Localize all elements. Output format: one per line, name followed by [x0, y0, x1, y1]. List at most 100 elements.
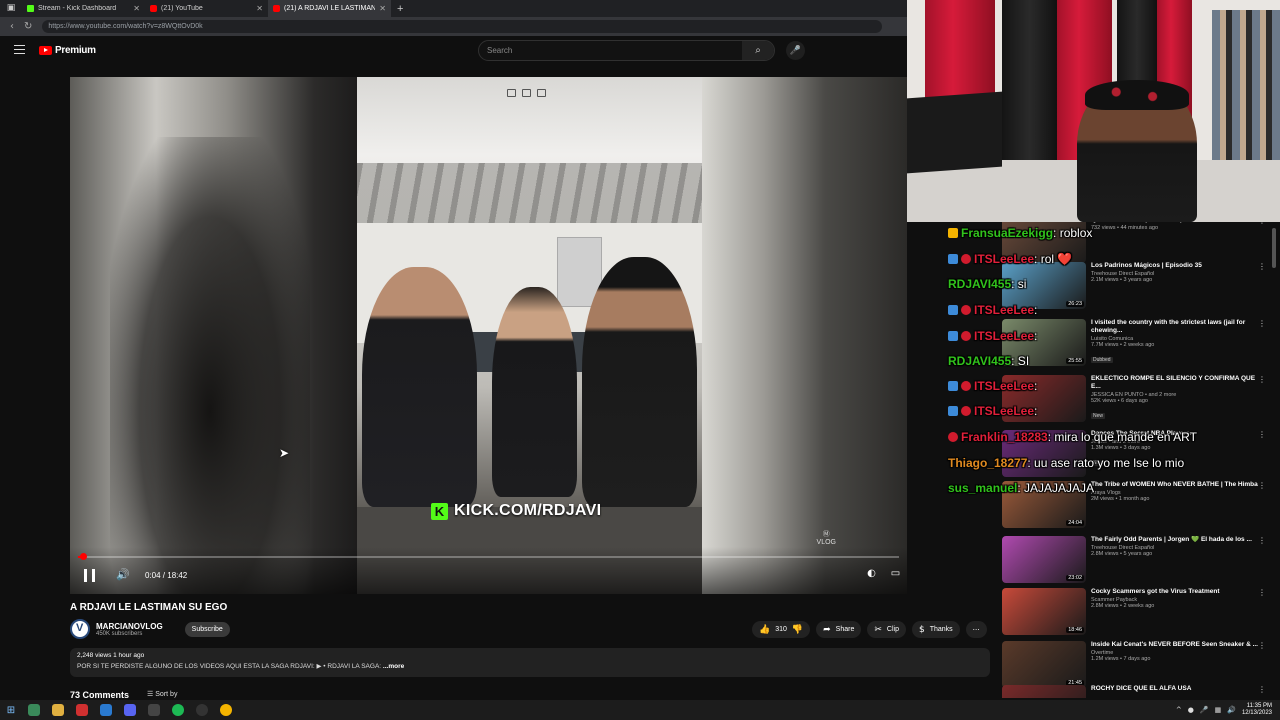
blurred-background-left: [70, 77, 357, 594]
chat-username[interactable]: Thiago_18277: [948, 456, 1027, 470]
overlay-icon[interactable]: [507, 89, 516, 97]
search-icon[interactable]: ⌕: [742, 41, 774, 60]
channel-name[interactable]: MARCIANOVLOG: [96, 622, 163, 631]
overlay-icon[interactable]: [522, 89, 531, 97]
edge-icon[interactable]: [100, 704, 112, 716]
chat-username[interactable]: ITSLeeLee: [974, 404, 1034, 418]
folder-icon[interactable]: [52, 704, 64, 716]
chat-username[interactable]: FransuaEzekigg: [961, 226, 1053, 240]
volume-icon[interactable]: 🔊: [116, 568, 130, 581]
video-player[interactable]: K KICK.COM/RDJAVI Ⓜ VLOG ➤ 🔊 0:04 / 18:4…: [70, 77, 907, 594]
app-icon[interactable]: [148, 704, 160, 716]
more-options-icon[interactable]: ⋮: [1258, 641, 1266, 650]
more-options-icon[interactable]: ⋮: [1258, 430, 1266, 439]
subscribe-button[interactable]: Subscribe: [184, 621, 230, 637]
video-thumbnail[interactable]: [1002, 685, 1086, 698]
reload-icon[interactable]: ↻: [24, 21, 32, 32]
video-title[interactable]: QUIT On GTA RP (TROLLING): [1091, 222, 1261, 224]
show-more-link[interactable]: ...more: [383, 663, 404, 670]
new-tab-button[interactable]: +: [391, 3, 403, 15]
recommended-video[interactable]: 23:02 The Fairly Odd Parents | Jorgen 💚 E…: [1002, 536, 1272, 586]
microphone-icon[interactable]: 🎤: [786, 41, 805, 60]
channel-avatar[interactable]: [70, 619, 90, 639]
share-button[interactable]: ➦ Share: [816, 621, 862, 638]
back-icon[interactable]: ‹: [10, 21, 14, 32]
microphone-icon[interactable]: 🎤: [1200, 706, 1209, 714]
sort-by-button[interactable]: ☰ Sort by: [147, 690, 177, 700]
clock[interactable]: 11:35 PM 12/13/2023: [1242, 703, 1272, 717]
video-title[interactable]: ROCHY DICE QUE EL ALFA USA: [1091, 685, 1261, 693]
chat-username[interactable]: ITSLeeLee: [974, 252, 1034, 266]
video-title[interactable]: Cocky Scammers got the Virus Treatment: [1091, 588, 1261, 596]
chat-text: : JAJAJAJAJA: [1017, 481, 1095, 495]
more-options-icon[interactable]: ⋮: [1258, 685, 1266, 694]
pause-button[interactable]: [84, 569, 95, 582]
chat-overlay: FransuaEzekigg: roblox ITSLeeLee: rol ❤️ R…: [948, 226, 1248, 501]
video-thumbnail[interactable]: 18:46: [1002, 588, 1086, 635]
chat-username[interactable]: ITSLeeLee: [974, 329, 1034, 343]
close-tab-icon[interactable]: ✕: [379, 4, 386, 13]
recommended-video[interactable]: 21:45 Inside Kai Cenat's NEVER BEFORE See…: [1002, 641, 1272, 691]
windows-taskbar: ⊞ ^ ● 🎤 ▦ 🔊 11:35 PM 12/13/2023: [0, 700, 1280, 720]
chat-username[interactable]: Franklin_18283: [961, 430, 1048, 444]
more-options-icon[interactable]: ⋮: [1258, 222, 1266, 225]
tray-chevron-icon[interactable]: ^: [1176, 706, 1182, 714]
more-options-icon[interactable]: ⋮: [1258, 536, 1266, 545]
channel-watermark[interactable]: Ⓜ VLOG: [817, 529, 836, 546]
network-icon[interactable]: ▦: [1215, 706, 1222, 714]
chat-badge-icon: [961, 331, 971, 341]
tray-app-icon[interactable]: ●: [1188, 706, 1194, 714]
sidebar-scrollbar[interactable]: [1272, 228, 1276, 268]
video-title[interactable]: The Fairly Odd Parents | Jorgen 💚 El had…: [1091, 536, 1261, 544]
tab-kick-dashboard[interactable]: Stream - Kick Dashboard ✕: [22, 0, 145, 17]
speaker-icon[interactable]: 🔊: [1227, 706, 1236, 714]
app-icon[interactable]: [76, 704, 88, 716]
video-thumbnail[interactable]: 23:02: [1002, 536, 1086, 583]
close-tab-icon[interactable]: ✕: [133, 4, 140, 13]
scrubber-handle[interactable]: [79, 553, 87, 560]
tab-youtube[interactable]: (21) YouTube ✕: [145, 0, 268, 17]
video-thumbnail[interactable]: 21:45: [1002, 641, 1086, 688]
recommended-video[interactable]: ROCHY DICE QUE EL ALFA USA ⋮: [1002, 685, 1272, 698]
thumbs-down-icon[interactable]: 👎: [792, 625, 803, 635]
chat-username[interactable]: ITSLeeLee: [974, 379, 1034, 393]
window-menu-icon[interactable]: ▣: [0, 0, 22, 17]
screen: ▣ Stream - Kick Dashboard ✕ (21) YouTube…: [0, 0, 1280, 720]
search-input[interactable]: Search: [479, 46, 742, 55]
more-actions-icon[interactable]: ⋯: [965, 621, 987, 638]
chat-username[interactable]: ITSLeeLee: [974, 303, 1034, 317]
chrome-icon[interactable]: [220, 704, 232, 716]
chat-username[interactable]: RDJAVI455: [948, 354, 1011, 368]
url-field[interactable]: https://www.youtube.com/watch?v=z8WQttOv…: [42, 20, 883, 33]
menu-icon[interactable]: [14, 45, 25, 54]
discord-icon[interactable]: [124, 704, 136, 716]
spotify-icon[interactable]: [172, 704, 184, 716]
more-options-icon[interactable]: ⋮: [1258, 262, 1266, 271]
windows-start-icon[interactable]: ⊞: [0, 705, 22, 716]
like-button[interactable]: 👍 310 👎: [752, 621, 811, 638]
subtitles-icon[interactable]: ▭: [889, 568, 902, 579]
more-options-icon[interactable]: ⋮: [1258, 375, 1266, 384]
description-box[interactable]: 2,248 views 1 hour ago POR SI TE PERDIST…: [70, 648, 990, 677]
overlay-icon[interactable]: [537, 89, 546, 97]
thanks-button[interactable]: $ Thanks: [911, 621, 960, 638]
autoplay-toggle-icon[interactable]: ◐: [865, 568, 878, 579]
app-icon[interactable]: [28, 704, 40, 716]
more-options-icon[interactable]: ⋮: [1258, 319, 1266, 328]
video-info: Inside Kai Cenat's NEVER BEFORE Seen Sne…: [1091, 641, 1261, 691]
obs-icon[interactable]: [196, 704, 208, 716]
chat-username[interactable]: RDJAVI455: [948, 277, 1011, 291]
thanks-label: Thanks: [929, 626, 953, 633]
more-options-icon[interactable]: ⋮: [1258, 481, 1266, 490]
video-title[interactable]: Inside Kai Cenat's NEVER BEFORE Seen Sne…: [1091, 641, 1261, 649]
close-tab-icon[interactable]: ✕: [256, 4, 263, 13]
recommended-video[interactable]: 18:46 Cocky Scammers got the Virus Treatm…: [1002, 588, 1272, 638]
more-options-icon[interactable]: ⋮: [1258, 588, 1266, 597]
video-meta: 2.8M views • 5 years ago: [1091, 551, 1153, 557]
progress-bar[interactable]: [78, 553, 899, 560]
chat-username[interactable]: sus_manuel: [948, 481, 1017, 495]
tab-video[interactable]: (21) A RDJAVI LE LASTIMAN ✕: [268, 0, 391, 17]
video-info: The Fairly Odd Parents | Jorgen 💚 El had…: [1091, 536, 1261, 586]
clip-button[interactable]: ✂ Clip: [867, 621, 906, 638]
youtube-logo[interactable]: Premium: [39, 45, 96, 56]
